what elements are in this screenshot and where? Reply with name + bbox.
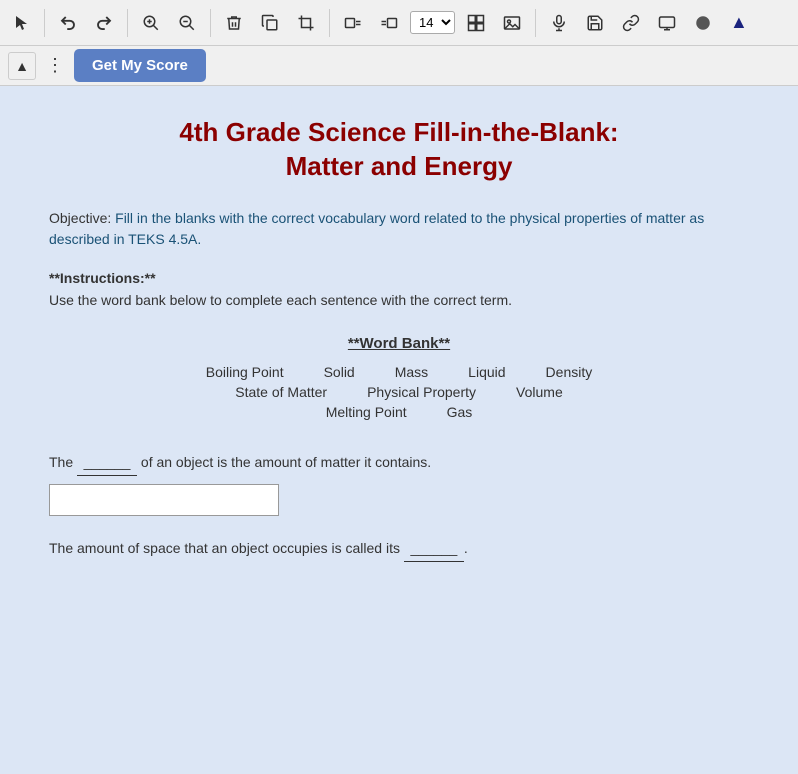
- undo-button[interactable]: [53, 10, 83, 36]
- separator-1: [44, 9, 45, 37]
- circle-button[interactable]: [688, 10, 718, 36]
- mic-button[interactable]: [544, 10, 574, 36]
- nav-up-button[interactable]: ▲: [8, 52, 36, 80]
- instructions-section: **Instructions:** Use the word bank belo…: [49, 270, 749, 311]
- word-bank-row-2: State of Matter Physical Property Volume: [235, 384, 562, 400]
- word-gas: Gas: [447, 404, 473, 420]
- select-tool[interactable]: [8, 11, 36, 35]
- duplicate-button[interactable]: [255, 10, 285, 36]
- word-mass: Mass: [395, 364, 428, 380]
- triangle-button[interactable]: ▲: [724, 8, 754, 37]
- word-state-of-matter: State of Matter: [235, 384, 327, 400]
- question-2-section: The amount of space that an object occup…: [49, 536, 749, 562]
- zoom-in-button[interactable]: [136, 10, 166, 36]
- word-density: Density: [546, 364, 593, 380]
- instructions-body: Use the word bank below to complete each…: [49, 290, 749, 311]
- separator-2: [127, 9, 128, 37]
- get-score-button[interactable]: Get My Score: [74, 49, 206, 82]
- objective-label: Objective:: [49, 210, 111, 226]
- crop-button[interactable]: [291, 10, 321, 36]
- instructions-title: **Instructions:**: [49, 270, 749, 286]
- font-size-select[interactable]: 14 12 16 18 24: [410, 11, 455, 34]
- zoom-out-button[interactable]: [172, 10, 202, 36]
- save-button[interactable]: [580, 10, 610, 36]
- word-liquid: Liquid: [468, 364, 505, 380]
- image-button[interactable]: [497, 10, 527, 36]
- objective-paragraph: Objective: Fill in the blanks with the c…: [49, 208, 749, 250]
- delete-button[interactable]: [219, 10, 249, 36]
- question-1-blank: ______: [77, 450, 137, 476]
- sub-toolbar: ▲ ⋮ Get My Score: [0, 46, 798, 86]
- more-options-button[interactable]: ⋮: [44, 53, 66, 78]
- question-2-text: The amount of space that an object occup…: [49, 536, 749, 562]
- word-volume: Volume: [516, 384, 563, 400]
- separator-3: [210, 9, 211, 37]
- word-bank-section: **Word Bank** Boiling Point Solid Mass L…: [49, 335, 749, 420]
- word-bank-row-3: Melting Point Gas: [326, 404, 473, 420]
- word-bank-title: **Word Bank**: [49, 335, 749, 352]
- separator-5: [535, 9, 536, 37]
- document-page: 4th Grade Science Fill-in-the-Blank: Mat…: [49, 116, 749, 562]
- word-physical-property: Physical Property: [367, 384, 476, 400]
- word-bank-row-1: Boiling Point Solid Mass Liquid Density: [206, 364, 592, 380]
- word-melting-point: Melting Point: [326, 404, 407, 420]
- word-bank-grid: Boiling Point Solid Mass Liquid Density …: [49, 364, 749, 420]
- question-1-input[interactable]: [49, 484, 279, 516]
- link-button[interactable]: [616, 10, 646, 36]
- page-title: 4th Grade Science Fill-in-the-Blank: Mat…: [49, 116, 749, 184]
- word-boiling-point: Boiling Point: [206, 364, 284, 380]
- separator-4: [329, 9, 330, 37]
- redo-button[interactable]: [89, 10, 119, 36]
- main-toolbar: 14 12 16 18 24 ▲: [0, 0, 798, 46]
- text-resize-left[interactable]: [338, 10, 368, 36]
- text-resize-right[interactable]: [374, 10, 404, 36]
- screen-button[interactable]: [652, 10, 682, 36]
- grid-button[interactable]: [461, 10, 491, 36]
- question-2-blank: ______: [404, 536, 464, 562]
- question-1-section: The ______ of an object is the amount of…: [49, 450, 749, 516]
- content-area: 4th Grade Science Fill-in-the-Blank: Mat…: [0, 86, 798, 774]
- word-solid: Solid: [324, 364, 355, 380]
- question-1-text: The ______ of an object is the amount of…: [49, 450, 749, 476]
